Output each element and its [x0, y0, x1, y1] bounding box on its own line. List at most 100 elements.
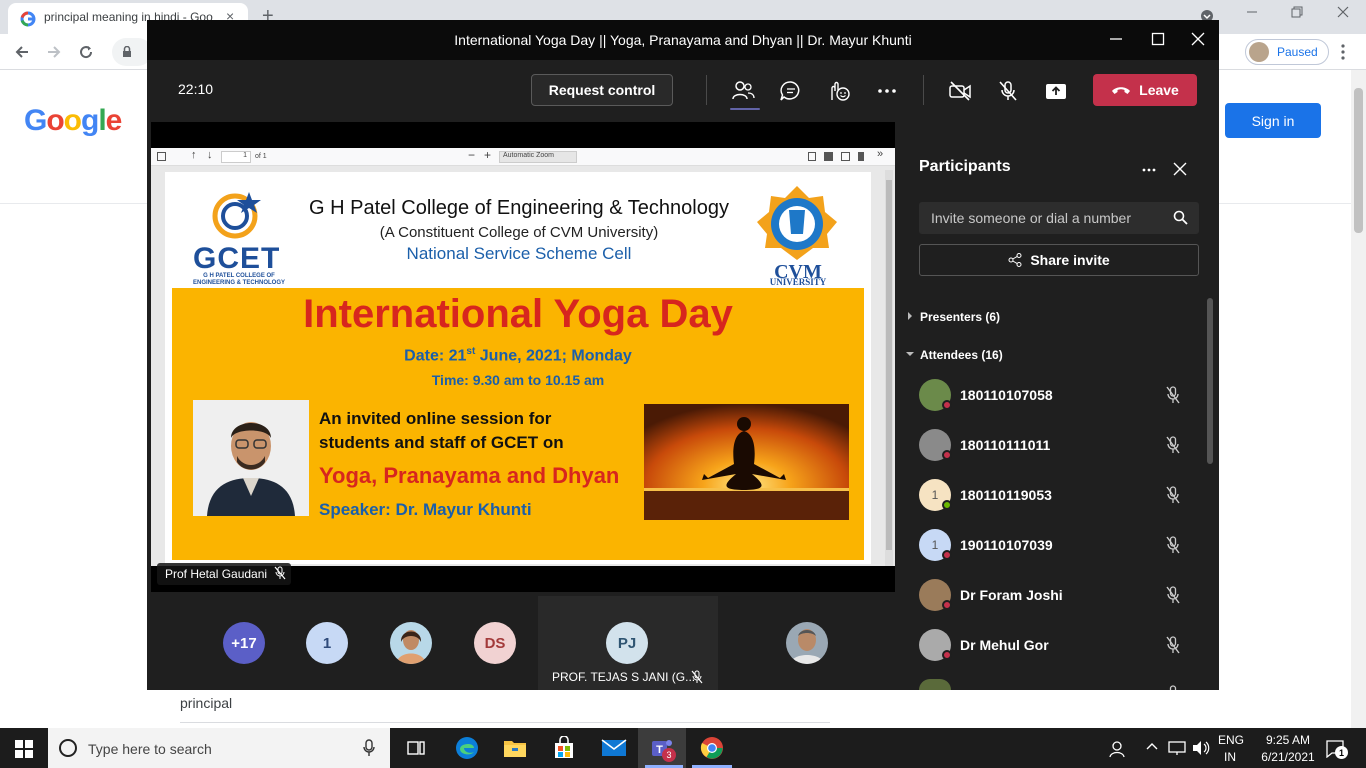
- file-explorer-icon[interactable]: [503, 737, 527, 759]
- camera-off-icon[interactable]: [948, 80, 972, 102]
- page-total: of 1: [255, 153, 267, 160]
- browser-minimize-icon[interactable]: [1246, 6, 1258, 18]
- people-tray-icon[interactable]: [1109, 740, 1127, 758]
- clock-date[interactable]: 6/21/2021: [1254, 750, 1322, 764]
- share-tray-icon[interactable]: [1044, 80, 1068, 102]
- pdf-viewer-toolbar: ↑ ↓ 1 of 1 − + Automatic Zoom »: [151, 148, 895, 166]
- logo-letter: g: [81, 104, 99, 137]
- page-number-field[interactable]: 1: [221, 151, 251, 163]
- logo-letter: l: [98, 104, 106, 137]
- notification-count-badge: 1: [1335, 746, 1348, 759]
- logo-letter: o: [46, 104, 64, 137]
- bookmark-icon[interactable]: [858, 152, 864, 161]
- clock-time[interactable]: 9:25 AM: [1258, 733, 1318, 747]
- mail-icon[interactable]: [601, 738, 627, 758]
- language-indicator-top[interactable]: ENG: [1218, 733, 1244, 747]
- toolbar-separator: [706, 75, 707, 105]
- gallery-overflow-avatar[interactable]: +17: [223, 622, 265, 664]
- college-subtitle: (A Constituent College of CVM University…: [379, 224, 659, 241]
- network-icon[interactable]: [1168, 740, 1186, 756]
- edge-icon[interactable]: [455, 736, 479, 760]
- back-icon[interactable]: [14, 44, 30, 60]
- share-invite-button[interactable]: Share invite: [919, 244, 1199, 276]
- presentation-icon[interactable]: [808, 152, 816, 161]
- presence-status-icon: [942, 500, 952, 510]
- reload-icon[interactable]: [78, 44, 94, 60]
- attendee-row[interactable]: Dr Mehul Gor: [919, 625, 1189, 665]
- chat-icon[interactable]: [779, 80, 803, 102]
- gallery-avatar-photo[interactable]: [786, 622, 828, 664]
- panel-close-icon[interactable]: [1173, 158, 1187, 176]
- attendee-row[interactable]: 1 190110107039: [919, 525, 1189, 565]
- background-result-snippet[interactable]: principal: [180, 695, 232, 711]
- attendee-name: 180110107058: [960, 387, 1053, 403]
- tools-icon[interactable]: »: [877, 148, 883, 160]
- presence-status-icon: [942, 400, 952, 410]
- volume-icon[interactable]: [1192, 740, 1210, 756]
- attendee-row[interactable]: Dr Foram Joshi: [919, 575, 1189, 615]
- sidebar-toggle-icon[interactable]: [157, 152, 166, 161]
- teams-minimize-icon[interactable]: [1109, 32, 1123, 46]
- event-date-suffix-sup: st: [466, 346, 476, 357]
- presenter-mic-off-icon: [274, 566, 286, 580]
- task-view-icon[interactable]: [406, 738, 426, 758]
- print-icon[interactable]: [824, 152, 833, 161]
- presenters-section[interactable]: Presenters (6): [920, 310, 1000, 324]
- invite-text-line-2: students and staff of GCET on: [319, 433, 564, 452]
- gallery-avatar[interactable]: DS: [474, 622, 516, 664]
- sign-in-button[interactable]: Sign in: [1225, 103, 1321, 138]
- gallery-avatar[interactable]: 1: [306, 622, 348, 664]
- presence-status-icon: [942, 600, 952, 610]
- teams-close-icon[interactable]: [1191, 32, 1205, 46]
- chevron-right-icon[interactable]: [907, 312, 913, 320]
- microphone-icon[interactable]: [363, 739, 375, 757]
- chrome-icon[interactable]: [700, 736, 724, 760]
- attendee-mic-off-icon: [1164, 385, 1182, 405]
- gcet-logo-text: GCET: [193, 242, 281, 275]
- gallery-avatar[interactable]: PJ: [606, 622, 648, 664]
- tray-chevron-up-icon[interactable]: [1146, 742, 1158, 750]
- search-icon[interactable]: [1173, 210, 1188, 225]
- windows-start-icon[interactable]: [15, 740, 33, 758]
- zoom-in-icon[interactable]: +: [484, 148, 491, 162]
- leave-button[interactable]: Leave: [1093, 74, 1197, 106]
- google-logo[interactable]: Google: [24, 104, 122, 138]
- attendee-row[interactable]: 1 180110119053: [919, 475, 1189, 515]
- presence-status-icon: [942, 450, 952, 460]
- panel-scrollbar[interactable]: [1207, 298, 1213, 464]
- panel-more-icon[interactable]: [1141, 158, 1157, 174]
- browser-menu-icon[interactable]: [1341, 44, 1345, 60]
- chevron-down-icon[interactable]: [906, 351, 914, 357]
- attendee-name: 180110119053: [960, 487, 1052, 503]
- page-scroll-thumb[interactable]: [1354, 88, 1363, 233]
- meeting-title: International Yoga Day || Yoga, Pranayam…: [454, 32, 912, 48]
- people-icon[interactable]: [731, 80, 755, 102]
- invite-search-input[interactable]: [919, 202, 1199, 234]
- invite-text-line-1: An invited online session for: [319, 409, 552, 428]
- call-duration: 22:10: [178, 81, 214, 97]
- store-icon[interactable]: [552, 736, 576, 760]
- more-icon[interactable]: [875, 80, 899, 102]
- zoom-out-icon[interactable]: −: [468, 148, 475, 162]
- teams-maximize-icon[interactable]: [1151, 32, 1165, 46]
- gallery-avatar-photo[interactable]: [390, 622, 432, 664]
- prev-page-icon[interactable]: ↑: [191, 149, 197, 161]
- raise-hand-icon[interactable]: [827, 80, 851, 102]
- event-title: International Yoga Day: [303, 292, 733, 336]
- request-control-button[interactable]: Request control: [531, 74, 673, 106]
- download-icon[interactable]: [841, 152, 850, 161]
- attendees-section[interactable]: Attendees (16): [920, 348, 1003, 362]
- pdf-scroll-thumb[interactable]: [886, 180, 892, 550]
- mic-off-icon[interactable]: [996, 80, 1020, 102]
- forward-icon[interactable]: [46, 44, 62, 60]
- zoom-select[interactable]: Automatic Zoom: [499, 151, 577, 163]
- address-bar[interactable]: [112, 38, 152, 66]
- attendee-row[interactable]: 180110107058: [919, 375, 1189, 415]
- attendee-name: Dr Foram Joshi: [960, 587, 1063, 603]
- language-indicator-bottom[interactable]: IN: [1224, 750, 1236, 764]
- browser-close-icon[interactable]: [1337, 6, 1349, 18]
- next-page-icon[interactable]: ↓: [207, 149, 213, 161]
- browser-restore-icon[interactable]: [1291, 6, 1303, 18]
- attendee-row[interactable]: 180110111011: [919, 425, 1189, 465]
- share-icon: [1008, 253, 1022, 267]
